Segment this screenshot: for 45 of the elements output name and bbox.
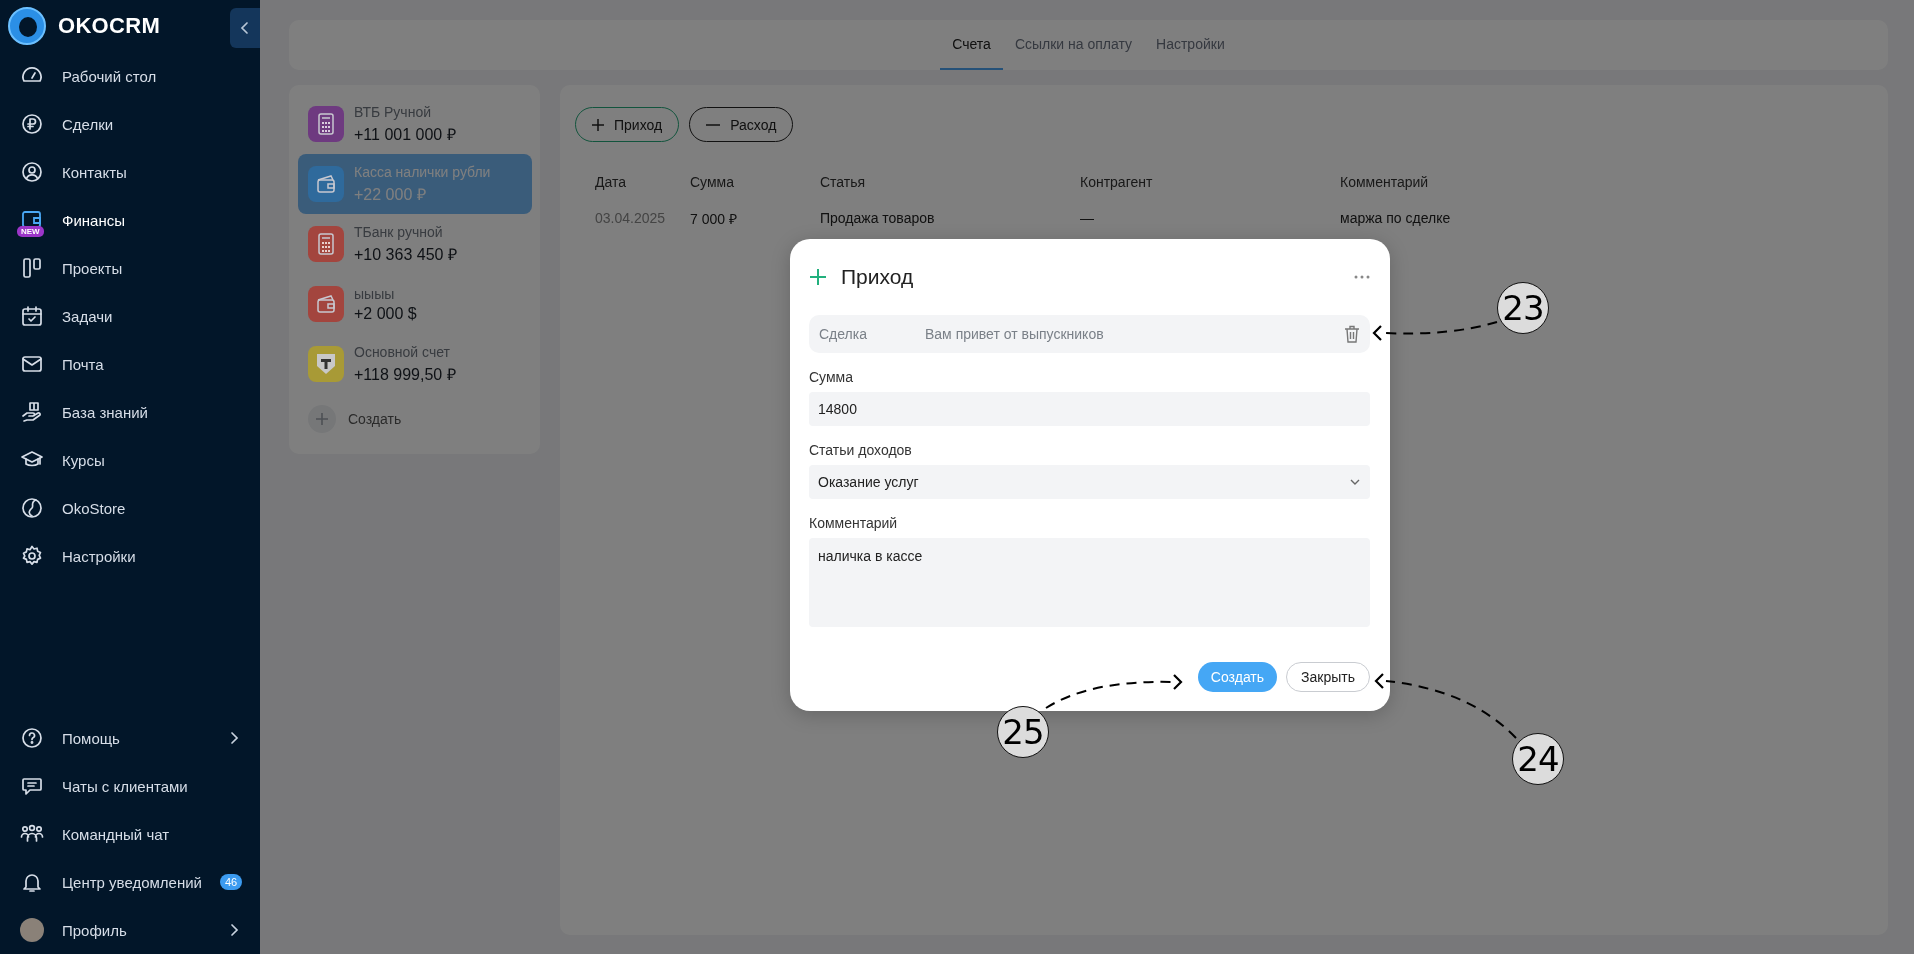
deal-link[interactable]: Вам привет от выпускников — [925, 326, 1344, 342]
table-cell: — — [1080, 210, 1094, 226]
column-header: Комментарий — [1340, 174, 1429, 190]
sidebar-item[interactable]: База знаний — [0, 388, 260, 436]
field-label: Сделка — [819, 326, 868, 342]
sidebar-item[interactable]: Сделки — [0, 100, 260, 148]
sidebar-item[interactable]: Профиль — [0, 906, 260, 954]
table-cell: маржа по сделке — [1340, 210, 1451, 226]
dropdown-field[interactable]: Оказание услуг — [809, 465, 1370, 499]
column-header: Контрагент — [1080, 174, 1153, 190]
sidebar-item[interactable]: Проекты — [0, 244, 260, 292]
account-item[interactable]: ВТБ Ручной +11 001 000 ₽ — [298, 94, 532, 154]
sidebar-item[interactable]: Рабочий стол — [0, 52, 260, 100]
column-header: Дата — [595, 174, 626, 190]
field-label: Статьи доходов — [809, 442, 913, 458]
table-cell: 7 000 ₽ — [690, 210, 737, 227]
input-field[interactable]: 14800 — [809, 392, 1370, 426]
sidebar-item[interactable]: Чаты с клиентами — [0, 762, 260, 810]
sidebar-item[interactable]: Задачи — [0, 292, 260, 340]
account-item[interactable]: Основной счет +118 999,50 ₽ — [298, 334, 532, 394]
table-cell: 03.04.2025 — [595, 210, 666, 226]
create-account-button[interactable]: Создать — [298, 394, 532, 444]
account-item[interactable]: ТБанк ручной +10 363 450 ₽ — [298, 214, 532, 274]
sidebar-item[interactable]: Курсы — [0, 436, 260, 484]
sidebar-item[interactable]: Контакты — [0, 148, 260, 196]
sidebar-item[interactable]: OkoStore — [0, 484, 260, 532]
field-label: Сумма — [809, 369, 854, 385]
table-cell: Продажа товаров — [820, 210, 935, 226]
column-header: Сумма — [690, 174, 734, 190]
comment-field[interactable]: наличка в кассе — [809, 538, 1370, 627]
sidebar-item[interactable]: Помощь — [0, 714, 260, 762]
sidebar-item[interactable]: Финансы NEW — [0, 196, 260, 244]
logo-text: OKOCRM — [58, 13, 160, 39]
sidebar-item[interactable]: Центр уведомлений 46 — [0, 858, 260, 906]
sidebar-item[interactable]: Почта — [0, 340, 260, 388]
sidebar-item[interactable]: Командный чат — [0, 810, 260, 858]
column-header: Статья — [820, 174, 866, 190]
sidebar-item[interactable]: Настройки — [0, 532, 260, 580]
tab[interactable]: Счета — [940, 20, 1003, 70]
new-badge: NEW — [17, 226, 44, 237]
account-item[interactable]: ыыыы +2 000 $ — [298, 274, 532, 334]
count-badge: 46 — [219, 874, 243, 890]
field-label: Комментарий — [809, 515, 899, 531]
close-button[interactable]: Закрыть — [1286, 662, 1370, 692]
dialog-title: Приход — [841, 265, 915, 289]
